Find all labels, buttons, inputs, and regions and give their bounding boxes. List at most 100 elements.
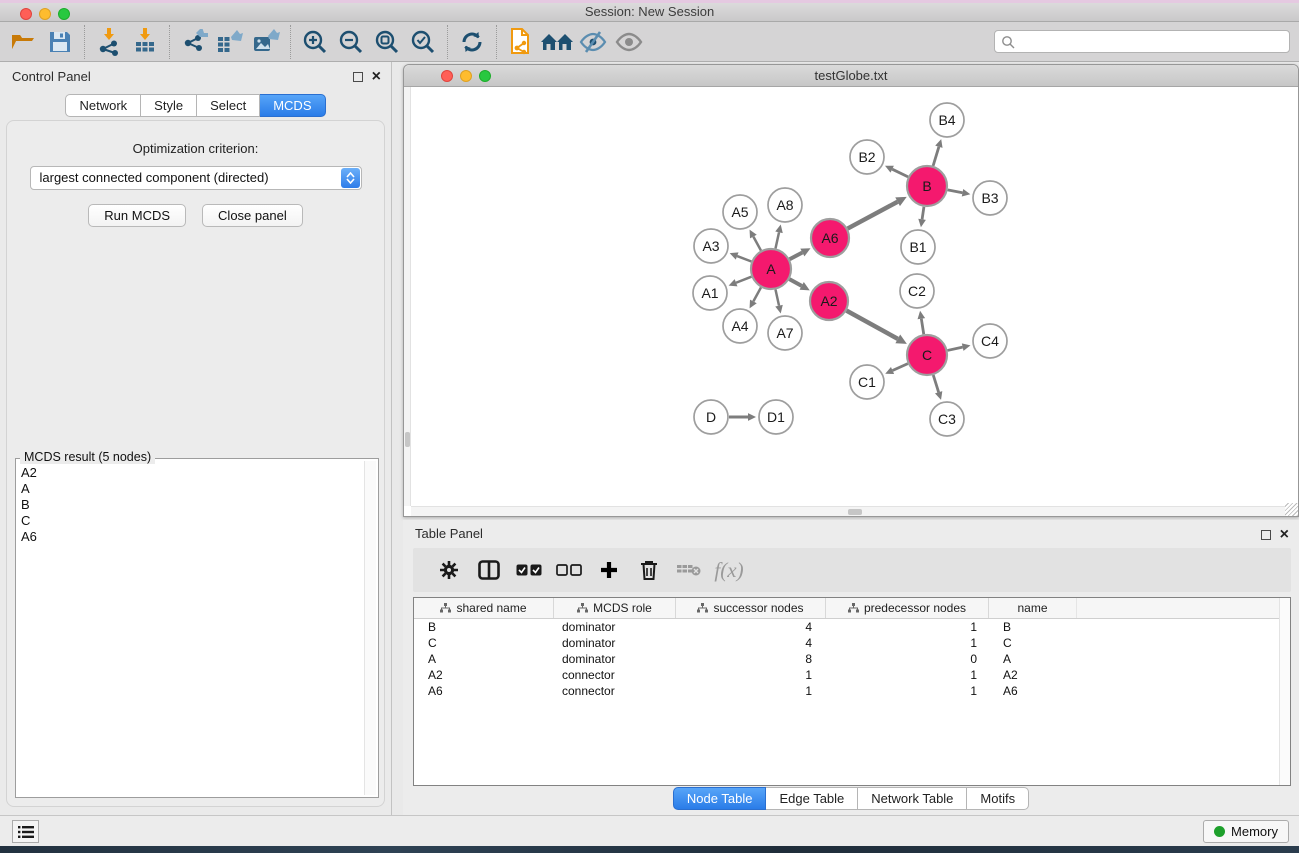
apply-function-button[interactable]: f(x) [709, 552, 749, 588]
import-network-button[interactable] [91, 25, 127, 59]
network-graph[interactable]: B4B2BB3A5A8A6A3AB1A1C2A2A4A7CC4C1C3DD1 [404, 87, 1298, 516]
show-columns-button[interactable] [469, 552, 509, 588]
mcds-result-item[interactable]: B [21, 497, 362, 513]
tab-network-table[interactable]: Network Table [858, 787, 967, 810]
edge-A-A7[interactable] [775, 290, 779, 306]
column-header-name[interactable]: name [989, 598, 1077, 618]
close-panel-button[interactable]: Close panel [202, 204, 303, 227]
select-stepper[interactable] [341, 168, 360, 188]
export-image-button[interactable] [248, 25, 284, 59]
reset-layout-button[interactable] [539, 25, 575, 59]
table-row[interactable]: Adominator80A [414, 651, 1290, 667]
minimize-window-button[interactable] [39, 8, 51, 20]
add-column-button[interactable] [589, 552, 629, 588]
zoom-fit-button[interactable] [369, 25, 405, 59]
open-session-button[interactable] [6, 25, 42, 59]
table-scrollbar[interactable] [1279, 598, 1290, 785]
float-table-panel-icon[interactable] [1261, 530, 1271, 540]
tab-node-table[interactable]: Node Table [673, 787, 767, 810]
edge-B-B4[interactable] [933, 147, 939, 166]
network-vertical-scrollbar[interactable] [404, 87, 411, 506]
close-panel-icon[interactable]: × [372, 72, 381, 82]
tab-network[interactable]: Network [65, 94, 141, 117]
edge-A-A8[interactable] [775, 232, 779, 248]
edge-A-A2[interactable] [789, 279, 801, 286]
network-minimize-button[interactable] [460, 70, 472, 82]
close-window-button[interactable] [20, 8, 32, 20]
edge-C-C3[interactable] [933, 375, 938, 392]
mcds-result-item[interactable]: A6 [21, 529, 362, 545]
column-header-predecessor-nodes[interactable]: predecessor nodes [826, 598, 989, 618]
mcds-result-item[interactable]: A2 [21, 465, 362, 481]
search-field[interactable] [994, 30, 1290, 53]
edge-B-B3[interactable] [948, 190, 963, 193]
zoom-selected-button[interactable] [405, 25, 441, 59]
network-close-button[interactable] [441, 70, 453, 82]
table-row[interactable]: Cdominator41C [414, 635, 1290, 651]
graph-node-label: C1 [858, 374, 876, 390]
select-all-checks-button[interactable] [509, 552, 549, 588]
run-mcds-button[interactable]: Run MCDS [88, 204, 186, 227]
mcds-result-item[interactable]: C [21, 513, 362, 529]
tab-style[interactable]: Style [141, 94, 197, 117]
table-options-button[interactable] [429, 552, 469, 588]
edge-B-B2[interactable] [892, 169, 908, 177]
edge-A-A4[interactable] [753, 287, 761, 301]
delete-column-button[interactable] [629, 552, 669, 588]
zoom-out-button[interactable] [333, 25, 369, 59]
export-table-button[interactable] [212, 25, 248, 59]
table-row[interactable]: A6connector11A6 [414, 683, 1290, 699]
search-input[interactable] [1019, 33, 1289, 51]
table-row[interactable]: A2connector11A2 [414, 667, 1290, 683]
deselect-all-checks-button[interactable] [549, 552, 589, 588]
edge-B-B1[interactable] [922, 207, 924, 220]
edge-C-C2[interactable] [921, 319, 923, 335]
hide-graphics-details-button[interactable] [575, 25, 611, 59]
column-header-shared-name[interactable]: shared name [414, 598, 554, 618]
zoom-window-button[interactable] [58, 8, 70, 20]
column-header-successor-nodes[interactable]: successor nodes [676, 598, 826, 618]
tab-motifs[interactable]: Motifs [967, 787, 1029, 810]
network-hscroll-thumb[interactable] [848, 509, 862, 515]
mcds-result-list[interactable]: A2ABCA6 [16, 465, 362, 795]
mcds-list-scrollbar[interactable] [364, 461, 376, 795]
edge-A-A5[interactable] [753, 237, 761, 251]
edge-C-C4[interactable] [947, 347, 962, 350]
edge-A-A3[interactable] [737, 256, 751, 261]
zoom-in-button[interactable] [297, 25, 333, 59]
table-cell: A6 [989, 684, 1077, 698]
delete-table-button[interactable] [669, 552, 709, 588]
export-network-button[interactable] [176, 25, 212, 59]
tab-mcds[interactable]: MCDS [260, 94, 325, 117]
edge-A6-B[interactable] [848, 202, 898, 229]
network-vscroll-thumb[interactable] [405, 432, 410, 447]
show-graphics-details-button[interactable] [611, 25, 647, 59]
tab-edge-table[interactable]: Edge Table [766, 787, 858, 810]
table-row[interactable]: Bdominator41B [414, 619, 1290, 635]
mcds-result-item[interactable]: A [21, 481, 362, 497]
network-horizontal-scrollbar[interactable] [411, 506, 1285, 516]
column-header-mcds-role[interactable]: MCDS role [554, 598, 676, 618]
save-session-button[interactable] [42, 25, 78, 59]
edge-A-A6[interactable] [790, 253, 803, 260]
task-history-button[interactable] [12, 820, 39, 843]
network-canvas[interactable]: B4B2BB3A5A8A6A3AB1A1C2A2A4A7CC4C1C3DD1 [404, 87, 1298, 516]
criterion-select[interactable]: largest connected component (directed) [30, 166, 362, 190]
desktop-background-strip [0, 846, 1299, 853]
refresh-view-button[interactable] [454, 25, 490, 59]
toolbar-separator [169, 25, 170, 59]
close-table-panel-icon[interactable]: × [1280, 530, 1289, 540]
graph-node-label: C3 [938, 411, 956, 427]
network-zoom-button[interactable] [479, 70, 491, 82]
graph-node-label: C4 [981, 333, 999, 349]
edge-A-A1[interactable] [736, 277, 751, 283]
tab-select[interactable]: Select [197, 94, 260, 117]
window-resize-grip[interactable] [1285, 503, 1298, 516]
memory-label: Memory [1231, 824, 1278, 839]
edge-A2-C[interactable] [847, 311, 898, 339]
memory-button[interactable]: Memory [1203, 820, 1289, 843]
import-table-button[interactable] [127, 25, 163, 59]
edge-C-C1[interactable] [893, 364, 908, 371]
float-panel-icon[interactable] [353, 72, 363, 82]
new-network-from-file-button[interactable] [503, 25, 539, 59]
